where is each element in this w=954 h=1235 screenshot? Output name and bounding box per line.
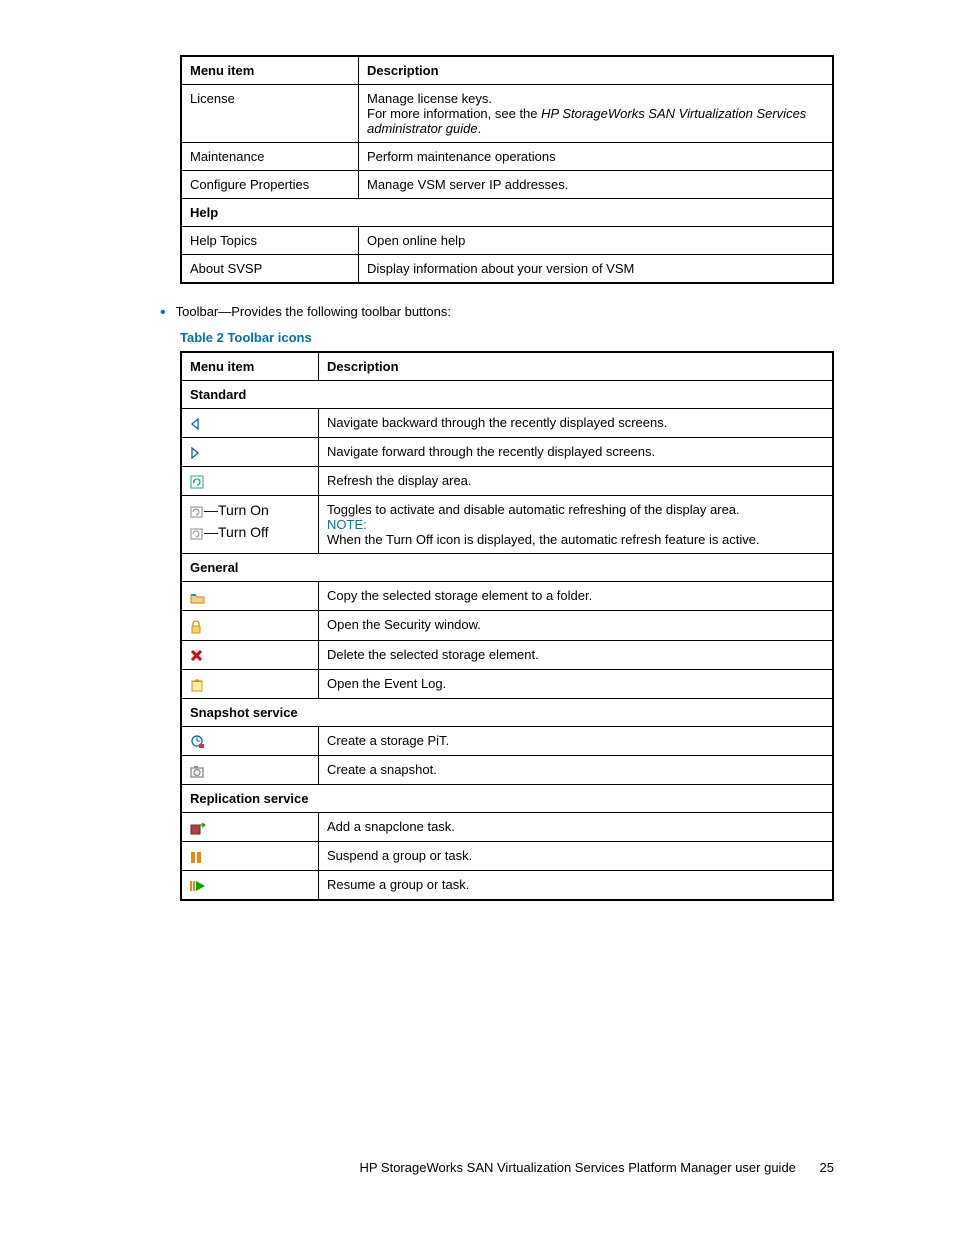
menu-item-desc: Copy the selected storage element to a f…: [319, 582, 834, 611]
menu-item-desc: Navigate backward through the recently d…: [319, 409, 834, 438]
bullet-item: • Toolbar—Provides the following toolbar…: [160, 304, 834, 322]
menu-items-table: Menu item Description License Manage lic…: [180, 55, 834, 284]
folder-icon: [181, 582, 319, 611]
table-row: Create a snapshot.: [181, 756, 833, 785]
page-number: 25: [820, 1160, 834, 1175]
table-row: License Manage license keys. For more in…: [181, 85, 833, 143]
table-row: Refresh the display area.: [181, 467, 833, 496]
table-row: Open the Event Log.: [181, 669, 833, 698]
menu-item-desc: Open the Security window.: [319, 611, 834, 640]
menu-item-desc: Refresh the display area.: [319, 467, 834, 496]
table1-header-desc: Description: [359, 56, 834, 85]
table-row: Suspend a group or task.: [181, 842, 833, 871]
lock-icon: [181, 611, 319, 640]
menu-item-desc: Open the Event Log.: [319, 669, 834, 698]
footer-title: HP StorageWorks SAN Virtualization Servi…: [359, 1160, 795, 1175]
menu-item-desc: Manage VSM server IP addresses.: [359, 171, 834, 199]
back-icon: [181, 409, 319, 438]
table-row: Add a snapclone task.: [181, 813, 833, 842]
section-header-snapshot: Snapshot service: [181, 698, 833, 726]
menu-item-desc: Perform maintenance operations: [359, 143, 834, 171]
toolbar-icons-table: Menu item Description Standard Navigate …: [180, 351, 834, 901]
section-header-general: General: [181, 554, 833, 582]
menu-item-label: About SVSP: [181, 255, 359, 284]
refresh-off-icon: [190, 528, 204, 540]
page-footer: HP StorageWorks SAN Virtualization Servi…: [359, 1160, 834, 1175]
note-label: NOTE:: [327, 517, 824, 532]
table2-header-menu: Menu item: [181, 352, 319, 381]
snapshot-icon: [181, 756, 319, 785]
table-row: Open the Security window.: [181, 611, 833, 640]
menu-item-desc: Suspend a group or task.: [319, 842, 834, 871]
menu-item-desc: Create a snapshot.: [319, 756, 834, 785]
menu-item-desc: Add a snapclone task.: [319, 813, 834, 842]
refresh-icon: [181, 467, 319, 496]
bullet-icon: •: [160, 304, 166, 322]
table1-header-menu: Menu item: [181, 56, 359, 85]
menu-item-desc: Toggles to activate and disable automati…: [319, 496, 834, 554]
table2-caption: Table 2 Toolbar icons: [180, 330, 834, 345]
bullet-text: Toolbar—Provides the following toolbar b…: [176, 304, 451, 319]
table-row: Configure Properties Manage VSM server I…: [181, 171, 833, 199]
table2-header-desc: Description: [319, 352, 834, 381]
forward-icon: [181, 438, 319, 467]
menu-item-label: Maintenance: [181, 143, 359, 171]
refresh-on-icon: [190, 506, 204, 518]
table-row: —Turn On —Turn Off Toggles to activate a…: [181, 496, 833, 554]
table-row: Create a storage PiT.: [181, 726, 833, 755]
menu-item-label: License: [181, 85, 359, 143]
section-header-replication: Replication service: [181, 785, 833, 813]
menu-item-desc: Delete the selected storage element.: [319, 640, 834, 669]
table-row: Help Topics Open online help: [181, 227, 833, 255]
menu-item-desc: Navigate forward through the recently di…: [319, 438, 834, 467]
pit-icon: [181, 726, 319, 755]
menu-item-desc: Create a storage PiT.: [319, 726, 834, 755]
resume-icon: [181, 871, 319, 901]
table-row: Resume a group or task.: [181, 871, 833, 901]
table-row: Navigate backward through the recently d…: [181, 409, 833, 438]
table-row: Maintenance Perform maintenance operatio…: [181, 143, 833, 171]
snapclone-icon: [181, 813, 319, 842]
table-row: About SVSP Display information about you…: [181, 255, 833, 284]
eventlog-icon: [181, 669, 319, 698]
menu-item-desc: Open online help: [359, 227, 834, 255]
menu-item-desc: Resume a group or task.: [319, 871, 834, 901]
section-header-standard: Standard: [181, 381, 833, 409]
delete-icon: [181, 640, 319, 669]
table-row: Navigate forward through the recently di…: [181, 438, 833, 467]
section-header-help: Help: [181, 199, 833, 227]
menu-item-label: Help Topics: [181, 227, 359, 255]
menu-item-desc: Manage license keys. For more informatio…: [359, 85, 834, 143]
table-row: Delete the selected storage element.: [181, 640, 833, 669]
menu-item-label: Configure Properties: [181, 171, 359, 199]
suspend-icon: [181, 842, 319, 871]
menu-item-desc: Display information about your version o…: [359, 255, 834, 284]
table-row: Copy the selected storage element to a f…: [181, 582, 833, 611]
